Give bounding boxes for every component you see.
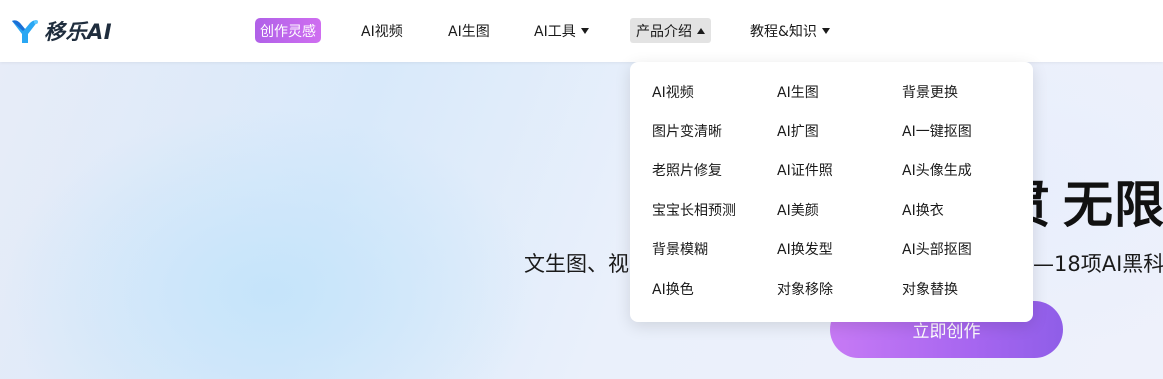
menu-item-ai-image[interactable]: AI生图 xyxy=(777,83,819,103)
top-nav-bar: 移乐AI 创作灵感 AI视频 AI生图 AI工具 产品介绍 教程&知识 xyxy=(0,0,1163,62)
menu-item-object-remove[interactable]: 对象移除 xyxy=(777,280,833,300)
menu-item-bg-replace[interactable]: 背景更换 xyxy=(902,83,958,103)
chevron-up-icon xyxy=(697,27,705,34)
nav-ai-video-label: AI视频 xyxy=(361,23,403,40)
menu-item-object-replace[interactable]: 对象替换 xyxy=(902,280,958,300)
nav-inspire-label: 创作灵感 xyxy=(260,23,316,40)
menu-item-ai-video[interactable]: AI视频 xyxy=(652,83,694,103)
nav-ai-tools-label: AI工具 xyxy=(534,23,576,40)
chevron-down-icon xyxy=(580,27,589,34)
brand-logo[interactable]: 移乐AI xyxy=(10,16,112,46)
logo-icon xyxy=(12,20,38,43)
hero-subtitle-right: ——18项AI黑科 xyxy=(1012,252,1163,276)
menu-item-baby-predict[interactable]: 宝宝长相预测 xyxy=(652,201,736,221)
menu-item-id-photo[interactable]: AI证件照 xyxy=(777,161,833,181)
menu-item-ai-outfit[interactable]: AI换衣 xyxy=(902,201,944,221)
nav-ai-image-label: AI生图 xyxy=(448,23,490,40)
nav-products[interactable]: 产品介绍 xyxy=(630,18,711,43)
nav-ai-tools[interactable]: AI工具 xyxy=(534,18,589,43)
nav-tutorials[interactable]: 教程&知识 xyxy=(750,18,830,43)
menu-item-photo-restore[interactable]: 老照片修复 xyxy=(652,161,722,181)
menu-item-hairstyle[interactable]: AI换发型 xyxy=(777,240,833,260)
hero-subtitle: 文生图、视 ——18项AI黑科 xyxy=(524,248,1163,278)
nav-inspire[interactable]: 创作灵感 xyxy=(255,18,321,43)
menu-item-ai-cutout[interactable]: AI一键抠图 xyxy=(902,122,972,142)
hero-title: 贯无限 xyxy=(1000,176,1163,234)
menu-item-image-enhance[interactable]: 图片变清晰 xyxy=(652,122,722,142)
brand-name: 移乐AI xyxy=(44,20,113,44)
menu-item-recolor[interactable]: AI换色 xyxy=(652,280,694,300)
nav-products-label: 产品介绍 xyxy=(636,23,692,40)
nav-ai-video[interactable]: AI视频 xyxy=(361,18,403,43)
chevron-down-icon xyxy=(821,27,830,34)
menu-item-ai-beauty[interactable]: AI美颜 xyxy=(777,201,819,221)
menu-item-bg-blur[interactable]: 背景模糊 xyxy=(652,240,708,260)
nav-ai-image[interactable]: AI生图 xyxy=(448,18,490,43)
menu-item-avatar-gen[interactable]: AI头像生成 xyxy=(902,161,972,181)
hero-subtitle-left: 文生图、视 xyxy=(524,252,629,276)
products-dropdown-menu: AI视频 AI生图 背景更换 图片变清晰 AI扩图 AI一键抠图 老照片修复 A… xyxy=(630,62,1033,322)
menu-item-ai-outpaint[interactable]: AI扩图 xyxy=(777,122,819,142)
nav-tutorials-label: 教程&知识 xyxy=(750,23,817,40)
menu-item-head-cutout[interactable]: AI头部抠图 xyxy=(902,240,972,260)
